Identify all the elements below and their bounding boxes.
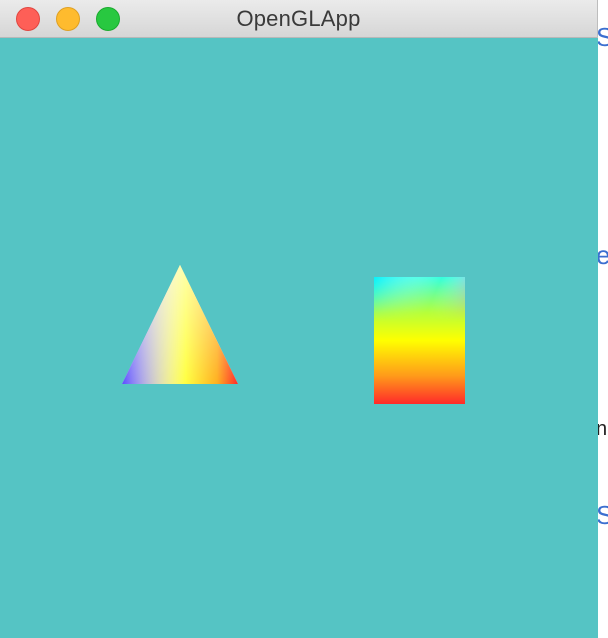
- render-scene: [122, 265, 465, 404]
- edge-glyph: n: [598, 418, 608, 440]
- gradient-triangle: [122, 265, 238, 384]
- opengl-viewport[interactable]: [0, 38, 598, 638]
- gradient-rectangle: [374, 277, 465, 404]
- title-bar[interactable]: OpenGLApp: [0, 0, 597, 38]
- background-window-edge: S e n S: [598, 0, 608, 638]
- app-window: OpenGLApp: [0, 0, 598, 638]
- edge-glyph: S: [598, 22, 608, 52]
- edge-glyph: e: [598, 240, 608, 270]
- window-title: OpenGLApp: [236, 6, 361, 31]
- edge-glyph: S: [598, 500, 608, 530]
